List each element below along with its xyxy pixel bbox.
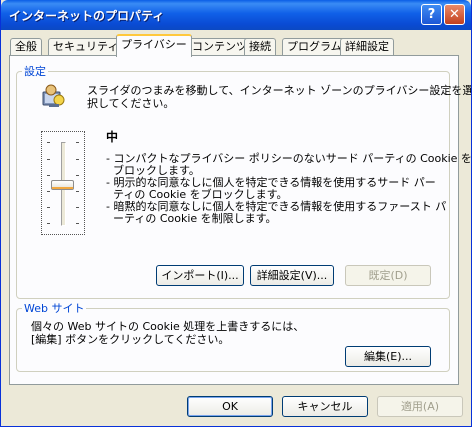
advanced-settings-button[interactable]: 詳細設定(V)... xyxy=(250,265,334,286)
tab-general[interactable]: 全般 xyxy=(10,38,42,55)
edit-sites-button[interactable]: 編集(E)... xyxy=(345,346,431,367)
default-button[interactable]: 既定(D) xyxy=(345,265,431,286)
privacy-icon xyxy=(42,84,65,107)
privacy-level-title: 中 xyxy=(106,130,119,144)
privacy-desc-line: ーティの Cookie を制限します。 xyxy=(106,212,277,225)
window-title: インターネットのプロパティ xyxy=(9,9,165,23)
slider-tick xyxy=(76,159,79,160)
websites-desc-line2: [編集] ボタンをクリックしてください。 xyxy=(31,333,230,346)
properties-dialog: インターネットのプロパティ ? ✕ 全般 セキュリティ プライバシー コンテンツ… xyxy=(0,0,472,427)
tab-content[interactable]: コンテンツ xyxy=(187,38,252,55)
ok-button[interactable]: OK xyxy=(187,396,273,417)
settings-instruction-line2: 択してください。 xyxy=(87,97,175,110)
tab-privacy[interactable]: プライバシー xyxy=(116,34,192,57)
settings-group-label: 設定 xyxy=(22,65,48,78)
slider-tick xyxy=(76,191,79,192)
websites-desc-line1: 個々の Web サイトの Cookie 処理を上書きするには、 xyxy=(31,320,305,333)
tab-security[interactable]: セキュリティ xyxy=(48,38,124,55)
slider-thumb[interactable] xyxy=(51,180,74,190)
slider-tick xyxy=(47,191,50,192)
slider-tick xyxy=(47,207,50,208)
slider-tick xyxy=(76,223,79,224)
websites-group-label: Web サイト xyxy=(22,302,87,315)
privacy-level-slider[interactable] xyxy=(41,131,85,235)
slider-tick xyxy=(47,159,50,160)
slider-tick xyxy=(47,223,50,224)
settings-instruction-line1: スライダのつまみを移動して、インターネット ゾーンのプライバシー設定を選 xyxy=(87,84,472,97)
tab-advanced[interactable]: 詳細設定 xyxy=(340,38,394,55)
slider-tick xyxy=(47,175,50,176)
import-button[interactable]: インポート(I)... xyxy=(156,265,244,286)
close-button[interactable]: ✕ xyxy=(444,4,465,25)
help-button[interactable]: ? xyxy=(421,4,442,25)
tab-connections[interactable]: 接続 xyxy=(244,38,276,55)
title-bar[interactable]: インターネットのプロパティ ? ✕ xyxy=(1,0,471,30)
slider-tick xyxy=(76,175,79,176)
slider-tick xyxy=(76,142,79,143)
slider-tick xyxy=(76,207,79,208)
apply-button[interactable]: 適用(A) xyxy=(377,396,463,417)
privacy-tab-panel: 設定 スライダのつまみを移動して、インターネット ゾーンのプライバシー設定を選 … xyxy=(9,55,471,385)
slider-tick xyxy=(47,142,50,143)
cancel-button[interactable]: キャンセル xyxy=(282,396,368,417)
tab-programs[interactable]: プログラム xyxy=(282,38,347,55)
